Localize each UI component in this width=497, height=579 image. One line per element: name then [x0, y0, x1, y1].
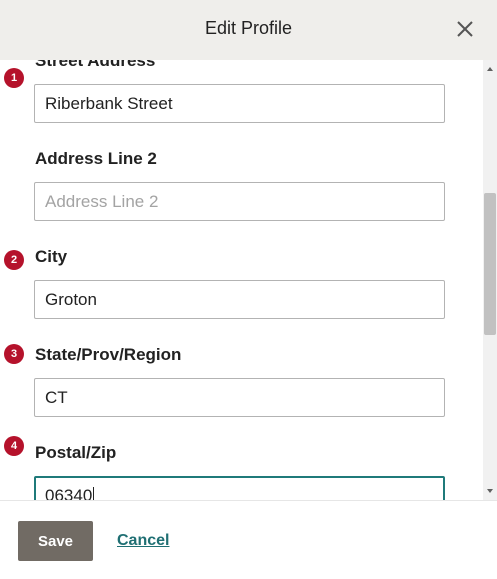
postal-zip-label: Postal/Zip [35, 443, 117, 462]
scrollbar-thumb[interactable] [484, 193, 496, 335]
scroll-down-button[interactable] [483, 484, 497, 498]
street-address-label: Street Address [35, 60, 156, 70]
street-address-field: Street Address Riberbank Street [0, 60, 483, 140]
postal-zip-value: 06340 [45, 486, 93, 500]
dialog-title: Edit Profile [204, 18, 293, 38]
form-scroll-area[interactable]: Street Address Riberbank Street Address … [0, 60, 483, 500]
scroll-up-button[interactable] [483, 62, 497, 76]
state-input[interactable]: CT [34, 378, 445, 417]
dialog-footer: Save Cancel [0, 500, 497, 579]
address-line-2-field: Address Line 2 Address Line 2 [0, 140, 483, 238]
city-field: City Groton [0, 238, 483, 336]
street-address-input[interactable]: Riberbank Street [34, 84, 445, 123]
step-badge-1: 1 [4, 68, 24, 88]
save-button[interactable]: Save [18, 521, 93, 561]
address-line-2-input[interactable]: Address Line 2 [34, 182, 445, 221]
chevron-down-icon [487, 489, 493, 493]
dialog-header: Edit Profile [0, 0, 497, 60]
state-field: State/Prov/Region CT [0, 336, 483, 434]
city-input[interactable]: Groton [34, 280, 445, 319]
state-label: State/Prov/Region [35, 345, 182, 364]
close-button[interactable] [452, 16, 478, 42]
vertical-scrollbar[interactable] [483, 60, 497, 500]
step-badge-4: 4 [4, 436, 24, 456]
text-caret [93, 487, 95, 500]
step-badge-2: 2 [4, 250, 24, 270]
close-icon [457, 21, 473, 37]
address-line-2-label: Address Line 2 [35, 149, 157, 168]
postal-zip-field: Postal/Zip 06340 [0, 434, 483, 500]
cancel-link[interactable]: Cancel [117, 532, 169, 550]
chevron-up-icon [487, 67, 493, 71]
step-badge-3: 3 [4, 344, 24, 364]
postal-zip-input[interactable]: 06340 [34, 476, 445, 500]
city-label: City [35, 247, 68, 266]
